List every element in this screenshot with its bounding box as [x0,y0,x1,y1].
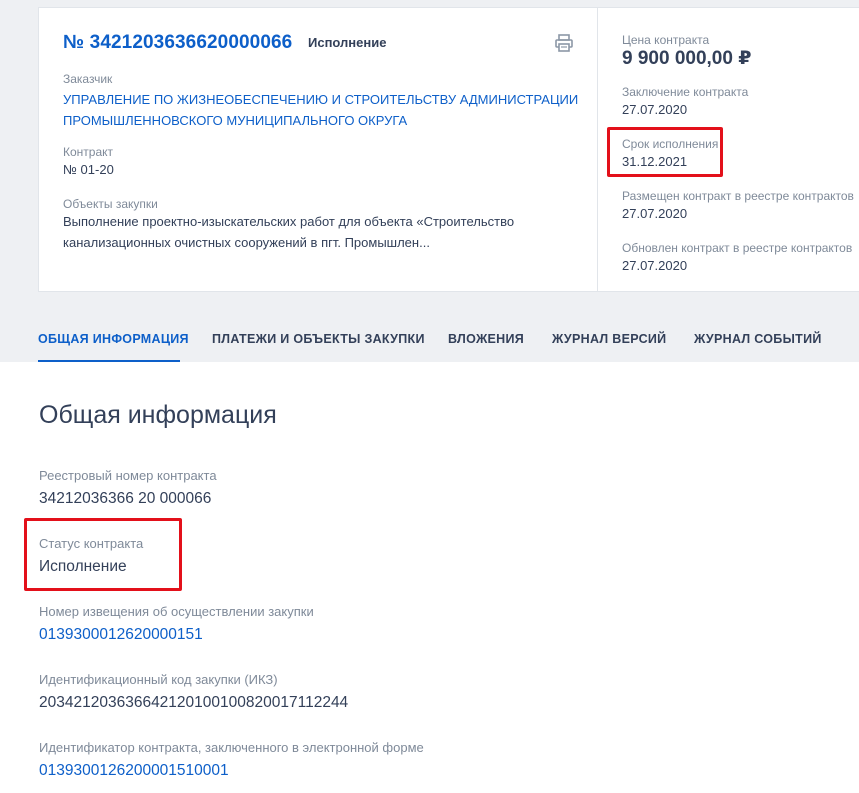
status-highlight-box [24,518,182,591]
tab-attachments[interactable]: ВЛОЖЕНИЯ [448,332,524,346]
customer-name-link[interactable]: УПРАВЛЕНИЕ ПО ЖИЗНЕОБЕСПЕЧЕНИЮ И СТРОИТЕ… [63,89,583,131]
contract-status-label: Статус контракта [39,536,144,551]
electronic-id-label: Идентификатор контракта, заключенного в … [39,740,424,755]
notice-number-link[interactable]: 0139300012620000151 [39,626,203,644]
notice-number-label: Номер извещения об осуществлении закупки [39,604,314,619]
conclusion-label: Заключение контракта [622,85,749,99]
registry-number-label: Реестровый номер контракта [39,468,217,483]
price-label: Цена контракта [622,33,710,47]
deadline-value: 31.12.2021 [622,154,688,169]
tab-event-log[interactable]: ЖУРНАЛ СОБЫТИЙ [694,332,822,346]
ikz-label: Идентификационный код закупки (ИКЗ) [39,672,278,687]
updated-value: 27.07.2020 [622,258,688,273]
conclusion-value: 27.07.2020 [622,102,688,117]
contract-status-value: Исполнение [39,558,127,575]
active-tab-indicator [38,360,180,362]
print-icon[interactable] [554,34,574,52]
updated-label: Обновлен контракт в реестре контрактов [622,241,853,255]
page-title: Общая информация [39,401,277,429]
deadline-label: Срок исполнения [622,137,719,151]
price-value: 9 900 000,00 ₽ [622,48,752,69]
card-divider [597,8,598,291]
status-badge: Исполнение [308,35,387,50]
placed-label: Размещен контракт в реестре контрактов [622,189,854,203]
contract-label: Контракт [63,145,114,159]
contract-value: № 01-20 [63,162,114,177]
tab-payments[interactable]: ПЛАТЕЖИ И ОБЪЕКТЫ ЗАКУПКИ [212,332,425,346]
placed-value: 27.07.2020 [622,206,688,221]
electronic-id-link[interactable]: 0139300126200001510001 [39,762,229,780]
tab-general-info[interactable]: ОБЩАЯ ИНФОРМАЦИЯ [38,332,189,346]
registry-number-value: 34212036366 20 000066 [39,490,212,507]
objects-label: Объекты закупки [63,197,158,211]
customer-label: Заказчик [63,72,113,86]
ikz-value: 203421203636642120100100820017112244 [39,694,349,711]
contract-number-link[interactable]: № 3421203636620000066 [63,32,292,54]
tab-bar: ОБЩАЯ ИНФОРМАЦИЯ ПЛАТЕЖИ И ОБЪЕКТЫ ЗАКУП… [0,318,859,362]
objects-value: Выполнение проектно-изыскательских работ… [63,214,515,250]
tab-version-log[interactable]: ЖУРНАЛ ВЕРСИЙ [552,332,666,346]
contract-card: № 3421203636620000066 Исполнение Заказчи… [38,7,859,292]
